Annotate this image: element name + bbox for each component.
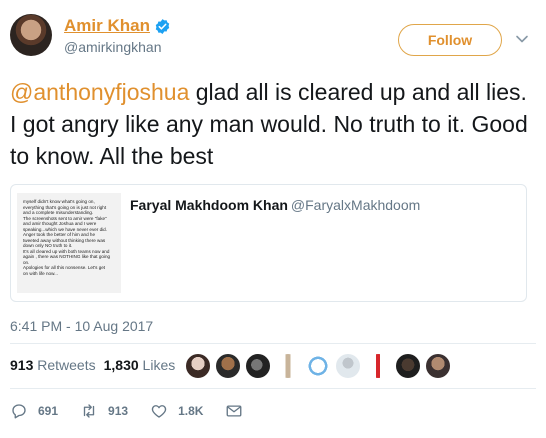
likes-stat[interactable]: 1,830 Likes (104, 357, 176, 373)
likes-label: Likes (142, 357, 176, 373)
follow-button[interactable]: Follow (398, 24, 502, 56)
like-button[interactable]: 1.8K (150, 402, 203, 420)
verified-badge-icon (155, 18, 170, 34)
envelope-icon (226, 405, 242, 417)
quoted-tweet-card[interactable]: myself didn't know what's going on, ever… (10, 184, 527, 302)
liker-avatar[interactable] (214, 352, 242, 380)
reply-icon (12, 404, 26, 419)
liker-avatar[interactable] (184, 352, 212, 380)
liker-avatar[interactable] (394, 352, 422, 380)
author-handle[interactable]: @amirkingkhan (64, 39, 161, 55)
author-avatar[interactable] (10, 14, 52, 56)
tweet-header: Amir Khan @amirkingkhan Follow (10, 10, 536, 70)
direct-message-button[interactable] (225, 402, 243, 420)
liker-avatar[interactable] (274, 352, 302, 380)
author-display-name[interactable]: Amir Khan (64, 16, 150, 36)
liker-avatar[interactable] (304, 352, 332, 380)
tweet-timestamp[interactable]: 6:41 PM - 10 Aug 2017 (10, 318, 153, 334)
mention-link[interactable]: @anthonyfjoshua (10, 79, 189, 105)
reply-count: 691 (38, 404, 59, 418)
author-name-row: Amir Khan (64, 16, 171, 36)
reply-button[interactable]: 691 (10, 402, 58, 420)
retweets-stat[interactable]: 913 Retweets (10, 357, 96, 373)
retweets-count: 913 (10, 357, 34, 373)
quoted-author-handle: @FaryalxMakhdoom (290, 197, 421, 213)
quoted-author-row: Faryal Makhdoom Khan @FaryalxMakhdoom (130, 197, 420, 213)
quoted-thumbnail-text: myself didn't know what's going on, ever… (23, 199, 111, 276)
retweets-label: Retweets (37, 357, 96, 373)
retweet-button[interactable]: 913 (80, 402, 128, 420)
divider (10, 343, 536, 344)
quoted-tweet-thumbnail: myself didn't know what's going on, ever… (17, 193, 121, 293)
liker-avatars (184, 350, 452, 382)
tweet-actions: 691 913 1.8K (10, 402, 265, 420)
quoted-author-name: Faryal Makhdoom Khan (130, 197, 288, 213)
liker-avatar[interactable] (424, 352, 452, 380)
likes-count: 1,830 (103, 357, 139, 373)
chevron-down-icon[interactable] (515, 32, 529, 46)
divider (10, 388, 536, 389)
heart-icon (151, 405, 167, 418)
liker-avatar[interactable] (334, 352, 362, 380)
like-count: 1.8K (178, 404, 204, 418)
liker-avatar[interactable] (244, 352, 272, 380)
tweet-stats: 913 Retweets 1,830 Likes (10, 357, 175, 373)
retweet-count: 913 (108, 404, 129, 418)
tweet-text: @anthonyfjoshua glad all is cleared up a… (10, 76, 530, 172)
liker-avatar[interactable] (364, 352, 392, 380)
retweet-icon (83, 404, 95, 418)
